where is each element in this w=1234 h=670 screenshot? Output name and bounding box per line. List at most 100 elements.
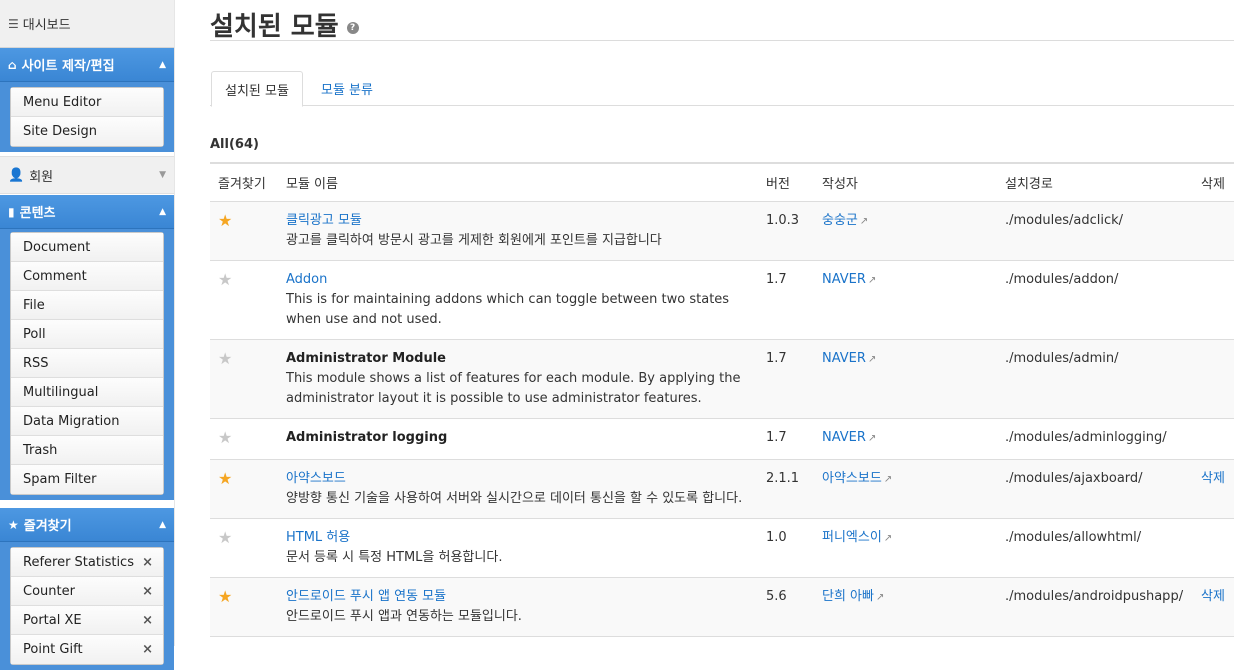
sidebar-group-content-header[interactable]: ▮ 콘텐츠 ▲ <box>0 195 174 229</box>
remove-favorite-button[interactable]: × <box>142 555 153 570</box>
favorite-star-icon[interactable]: ★ <box>218 349 232 368</box>
favorite-star-icon[interactable]: ★ <box>218 587 232 606</box>
module-description: 문서 등록 시 특정 HTML을 허용합니다. <box>286 549 503 565</box>
external-link-icon: ↗ <box>867 274 877 286</box>
table-row: ★ HTML 허용 문서 등록 시 특정 HTML을 허용합니다. 1.0 퍼니엑스이 ↗… <box>210 518 1234 578</box>
table-header-row: 즐겨찾기 모듈 이름 버전 작성자 설치경로 삭제 <box>210 162 1234 202</box>
module-name: Administrator Module <box>286 350 446 366</box>
module-description: 양방향 통신 기술을 사용하여 서버와 실시간으로 데이터 통신을 할 수 있도… <box>286 490 743 506</box>
external-link-icon: ↗ <box>883 473 893 485</box>
sidebar-item-rss[interactable]: RSS <box>11 349 163 378</box>
table-row: ★ 아약스보드 양방향 통신 기술을 사용하여 서버와 실시간으로 데이터 통신을 … <box>210 459 1234 519</box>
module-path: ./modules/androidpushapp/ <box>1005 588 1184 604</box>
module-version: 1.0 <box>766 529 787 545</box>
table-row: ★ 클릭광고 모듈 광고를 클릭하여 방문시 광고를 게제한 회원에게 포인트를 지… <box>210 201 1234 261</box>
sidebar-group-site-header[interactable]: ⌂ 사이트 제작/편집 ▲ <box>0 48 174 82</box>
external-link-icon: ↗ <box>875 591 885 603</box>
delete-module-link[interactable]: 삭제 <box>1201 589 1225 604</box>
remove-favorite-button[interactable]: × <box>142 642 153 657</box>
sidebar-group-site-title: 사이트 제작/편집 <box>21 59 115 74</box>
favorite-star-icon[interactable]: ★ <box>218 211 232 230</box>
favorite-star-icon[interactable]: ★ <box>218 270 232 289</box>
sidebar-content-list: Document Comment File Poll RSS Multiling… <box>10 232 164 495</box>
chevron-up-icon: ▲ <box>159 59 166 70</box>
help-icon[interactable]: ? <box>346 21 359 34</box>
header-version: 버전 <box>758 162 814 202</box>
module-version: 1.7 <box>766 271 787 287</box>
sidebar-item-file[interactable]: File <box>11 291 163 320</box>
header-author: 작성자 <box>814 162 997 202</box>
tab-module-categories[interactable]: 모듈 분류 <box>308 71 386 106</box>
module-name[interactable]: 클릭광고 모듈 <box>286 211 750 231</box>
sidebar-site-list: Menu Editor Site Design <box>10 87 164 147</box>
sidebar-item-counter[interactable]: Counter × <box>11 577 163 606</box>
sidebar-item-portal-xe[interactable]: Portal XE × <box>11 606 163 635</box>
title-divider <box>210 40 1234 41</box>
module-name[interactable]: HTML 허용 <box>286 528 750 548</box>
sidebar-item-point-gift[interactable]: Point Gift × <box>11 635 163 664</box>
chevron-up-icon: ▲ <box>159 519 166 530</box>
sidebar-group-member[interactable]: 👤 회원 ▼ <box>0 156 174 194</box>
sidebar-favorites-list: Referer Statistics × Counter × Portal XE × … <box>10 547 164 665</box>
user-icon: 👤 <box>8 167 25 183</box>
favorite-star-icon[interactable]: ★ <box>218 469 232 488</box>
document-icon: ▮ <box>8 204 15 219</box>
module-name[interactable]: Addon <box>286 270 750 290</box>
sidebar-group-content: ▮ 콘텐츠 ▲ Document Comment File Poll RSS M… <box>0 195 174 500</box>
sidebar-item-spam-filter[interactable]: Spam Filter <box>11 465 163 494</box>
module-version: 5.6 <box>766 588 787 604</box>
module-path: ./modules/allowhtml/ <box>1005 529 1142 545</box>
sidebar-item-site-design[interactable]: Site Design <box>11 117 163 146</box>
sidebar-item-trash[interactable]: Trash <box>11 436 163 465</box>
module-path: ./modules/adminlogging/ <box>1005 429 1167 445</box>
module-author-link[interactable]: 숭숭군 <box>822 213 858 228</box>
page-title-text: 설치된 모듈 <box>210 12 339 42</box>
tab-bar: 설치된 모듈 모듈 분류 <box>210 71 1234 107</box>
module-author-link[interactable]: NAVER <box>822 430 866 445</box>
sidebar-group-member-title: 회원 <box>29 169 54 185</box>
delete-module-link[interactable]: 삭제 <box>1201 471 1225 486</box>
sidebar-item-referer-statistics[interactable]: Referer Statistics × <box>11 548 163 577</box>
favorite-star-icon[interactable]: ★ <box>218 428 232 447</box>
header-delete: 삭제 <box>1193 162 1234 202</box>
sidebar-item-data-migration[interactable]: Data Migration <box>11 407 163 436</box>
sidebar-item-document[interactable]: Document <box>11 233 163 262</box>
sidebar-item-multilingual[interactable]: Multilingual <box>11 378 163 407</box>
module-version: 2.1.1 <box>766 470 800 486</box>
tab-installed-modules[interactable]: 설치된 모듈 <box>211 71 303 107</box>
sidebar-item-menu-editor[interactable]: Menu Editor <box>11 88 163 117</box>
modules-table: 즐겨찾기 모듈 이름 버전 작성자 설치경로 삭제 ★ 클릭광고 모듈 광고를 클릭… <box>210 162 1234 637</box>
module-author-link[interactable]: 아약스보드 <box>822 471 882 486</box>
external-link-icon: ↗ <box>867 353 877 365</box>
module-name[interactable]: 아약스보드 <box>286 469 750 489</box>
module-name: Administrator logging <box>286 429 448 445</box>
sidebar-group-favorites-title: 즐겨찾기 <box>23 519 72 534</box>
sidebar-group-site: ⌂ 사이트 제작/편집 ▲ Menu Editor Site Design <box>0 48 174 152</box>
header-module-name: 모듈 이름 <box>278 162 758 202</box>
module-description: This is for maintaining addons which can… <box>286 291 730 327</box>
module-path: ./modules/addon/ <box>1005 271 1119 287</box>
module-version: 1.0.3 <box>766 212 800 228</box>
module-author-link[interactable]: NAVER <box>822 351 866 366</box>
module-name[interactable]: 안드로이드 푸시 앱 연동 모듈 <box>286 587 750 607</box>
favorite-star-icon[interactable]: ★ <box>218 528 232 547</box>
table-row: ★ Administrator Module This module shows a… <box>210 339 1234 419</box>
chevron-up-icon: ▲ <box>159 206 166 217</box>
sidebar-divider <box>174 0 175 646</box>
sidebar: ☰ 대시보드 ⌂ 사이트 제작/편집 ▲ Menu Editor Site De… <box>0 0 174 670</box>
module-description: This module shows a list of features for… <box>286 370 741 406</box>
sidebar-item-poll[interactable]: Poll <box>11 320 163 349</box>
sidebar-dashboard[interactable]: ☰ 대시보드 <box>0 0 174 48</box>
module-author-link[interactable]: 퍼니엑스이 <box>822 530 882 545</box>
star-icon: ★ <box>8 517 19 532</box>
sidebar-group-favorites-header[interactable]: ★ 즐겨찾기 ▲ <box>0 508 174 542</box>
remove-favorite-button[interactable]: × <box>142 584 153 599</box>
module-path: ./modules/adclick/ <box>1005 212 1124 228</box>
chevron-down-icon: ▼ <box>159 170 166 180</box>
module-description: 안드로이드 푸시 앱과 연동하는 모듈입니다. <box>286 608 522 624</box>
sidebar-item-comment[interactable]: Comment <box>11 262 163 291</box>
module-author-link[interactable]: 단희 아빠 <box>822 589 874 604</box>
sidebar-dashboard-label: 대시보드 <box>22 18 71 33</box>
module-author-link[interactable]: NAVER <box>822 272 866 287</box>
remove-favorite-button[interactable]: × <box>142 613 153 628</box>
